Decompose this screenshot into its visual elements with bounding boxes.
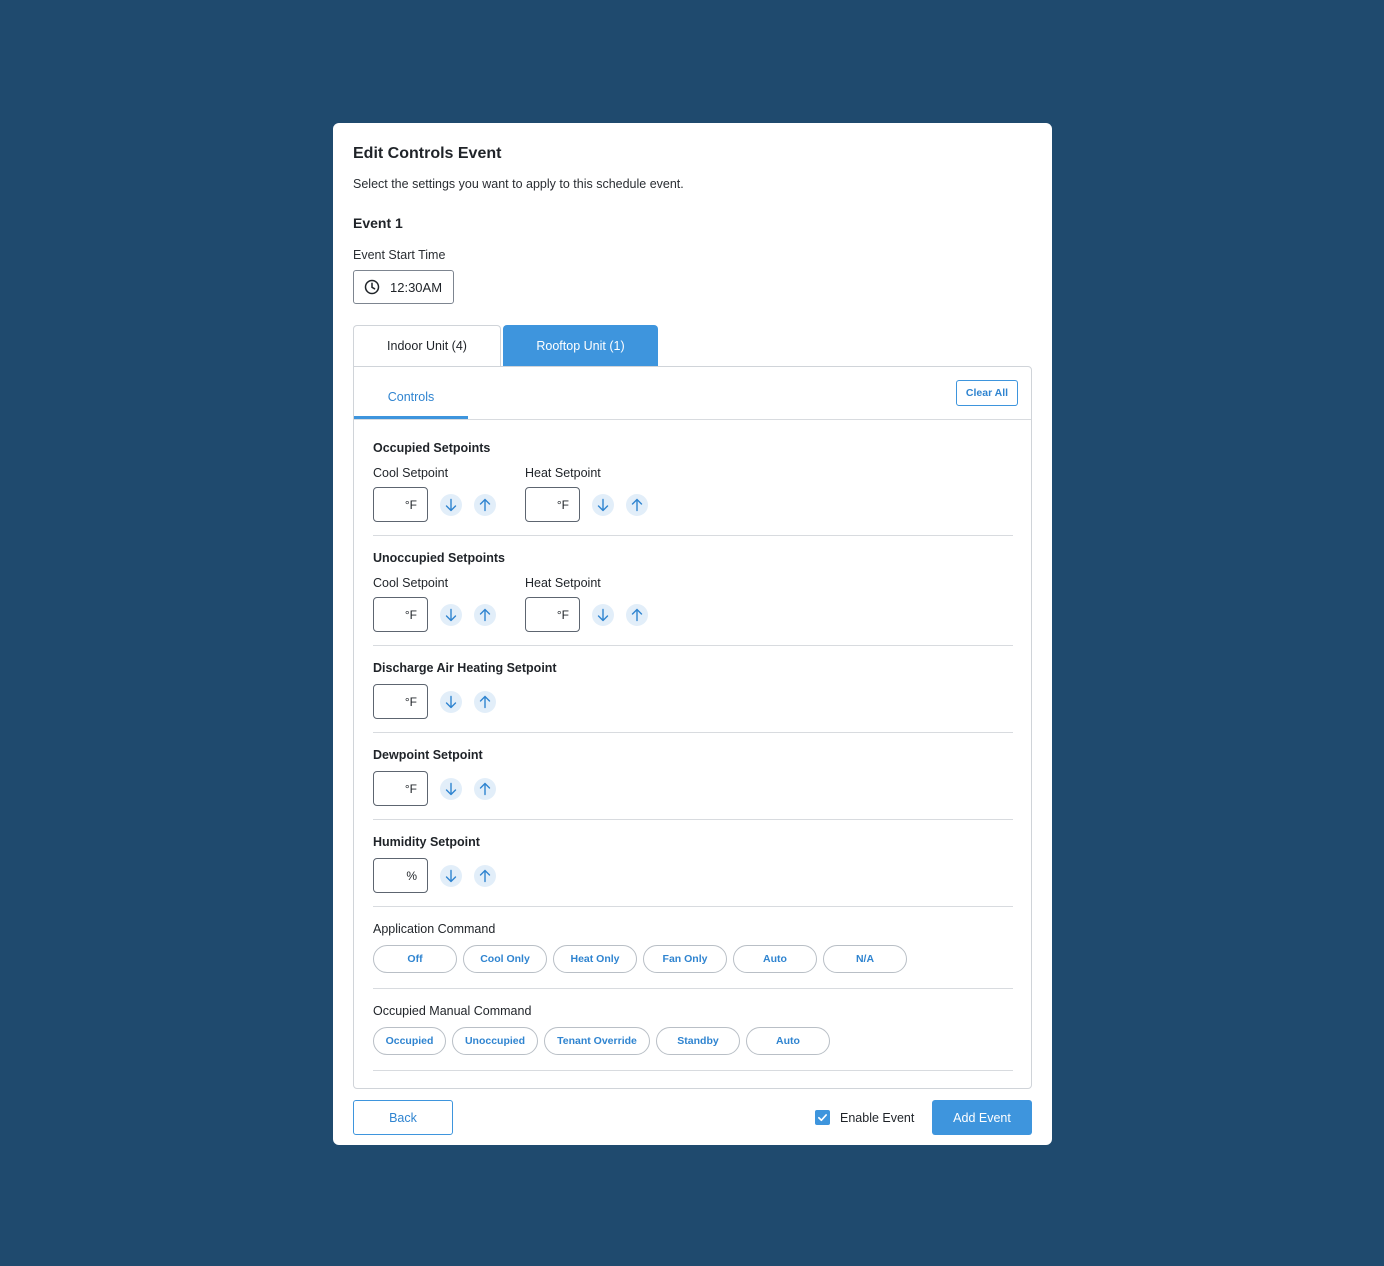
discharge-air-input[interactable]: °F bbox=[373, 684, 428, 719]
decrement-button[interactable] bbox=[592, 603, 614, 626]
decrement-button[interactable] bbox=[440, 864, 462, 887]
cool-setpoint-label: Cool Setpoint bbox=[373, 576, 449, 590]
decrement-button[interactable] bbox=[440, 690, 462, 713]
arrow-up-icon bbox=[479, 608, 491, 621]
increment-button[interactable] bbox=[474, 864, 496, 887]
increment-button[interactable] bbox=[474, 603, 496, 626]
arrow-up-icon bbox=[631, 608, 643, 621]
occupied-cool-stepper: °F bbox=[373, 487, 496, 522]
arrow-down-icon bbox=[445, 608, 457, 621]
arrow-up-icon bbox=[479, 695, 491, 708]
arrow-down-icon bbox=[445, 498, 457, 511]
unoccupied-heat-stepper: °F bbox=[525, 597, 648, 632]
option-auto[interactable]: Auto bbox=[733, 945, 817, 973]
section-title: Unoccupied Setpoints bbox=[373, 551, 505, 565]
add-event-button[interactable]: Add Event bbox=[932, 1100, 1032, 1135]
arrow-up-icon bbox=[631, 498, 643, 511]
modal-title: Edit Controls Event bbox=[353, 145, 502, 162]
section-title: Occupied Setpoints bbox=[373, 441, 491, 455]
controls-panel: Controls Clear All Occupied Setpoints Co… bbox=[353, 366, 1032, 1089]
decrement-button[interactable] bbox=[440, 777, 462, 800]
modal-subtitle: Select the settings you want to apply to… bbox=[353, 177, 684, 191]
cool-setpoint-label: Cool Setpoint bbox=[373, 466, 449, 480]
arrow-down-icon bbox=[597, 608, 609, 621]
section-title: Dewpoint Setpoint bbox=[373, 748, 483, 762]
dewpoint-input[interactable]: °F bbox=[373, 771, 428, 806]
option-cool-only[interactable]: Cool Only bbox=[463, 945, 547, 973]
application-command-section: Application Command Off Cool Only Heat O… bbox=[373, 907, 1013, 989]
tab-controls[interactable]: Controls bbox=[354, 367, 468, 419]
humidity-stepper: % bbox=[373, 858, 496, 893]
option-auto[interactable]: Auto bbox=[746, 1027, 830, 1055]
checkbox-checked[interactable] bbox=[815, 1110, 830, 1125]
tab-rooftop-unit[interactable]: Rooftop Unit (1) bbox=[503, 325, 658, 366]
arrow-down-icon bbox=[445, 782, 457, 795]
decrement-button[interactable] bbox=[440, 603, 462, 626]
occupied-heat-stepper: °F bbox=[525, 487, 648, 522]
event-start-time-picker[interactable]: 12:30AM bbox=[353, 270, 454, 304]
enable-event-label: Enable Event bbox=[840, 1110, 915, 1125]
dewpoint-stepper: °F bbox=[373, 771, 496, 806]
occupied-setpoints-section: Occupied Setpoints Cool Setpoint Heat Se… bbox=[373, 419, 1013, 536]
option-occupied[interactable]: Occupied bbox=[373, 1027, 446, 1055]
decrement-button[interactable] bbox=[440, 493, 462, 516]
clock-icon bbox=[364, 279, 380, 295]
back-button[interactable]: Back bbox=[353, 1100, 453, 1135]
option-unoccupied[interactable]: Unoccupied bbox=[452, 1027, 538, 1055]
arrow-down-icon bbox=[597, 498, 609, 511]
section-title: Humidity Setpoint bbox=[373, 835, 480, 849]
panel-header: Controls Clear All bbox=[354, 367, 1031, 420]
event-label: Event 1 bbox=[353, 215, 403, 231]
increment-button[interactable] bbox=[474, 690, 496, 713]
arrow-down-icon bbox=[445, 869, 457, 882]
unoccupied-cool-stepper: °F bbox=[373, 597, 496, 632]
increment-button[interactable] bbox=[626, 493, 648, 516]
arrow-up-icon bbox=[479, 782, 491, 795]
occupied-heat-input[interactable]: °F bbox=[525, 487, 580, 522]
section-title: Application Command bbox=[373, 922, 496, 936]
dewpoint-setpoint-section: Dewpoint Setpoint °F bbox=[373, 733, 1013, 820]
heat-setpoint-label: Heat Setpoint bbox=[525, 576, 601, 590]
option-fan-only[interactable]: Fan Only bbox=[643, 945, 727, 973]
discharge-air-stepper: °F bbox=[373, 684, 496, 719]
option-na[interactable]: N/A bbox=[823, 945, 907, 973]
option-off[interactable]: Off bbox=[373, 945, 457, 973]
event-start-time-value: 12:30AM bbox=[390, 279, 443, 295]
occupied-manual-command-section: Occupied Manual Command Occupied Unoccup… bbox=[373, 989, 1013, 1071]
option-standby[interactable]: Standby bbox=[656, 1027, 740, 1055]
increment-button[interactable] bbox=[474, 493, 496, 516]
arrow-down-icon bbox=[445, 695, 457, 708]
humidity-setpoint-section: Humidity Setpoint % bbox=[373, 820, 1013, 907]
section-title: Occupied Manual Command bbox=[373, 1004, 532, 1018]
edit-controls-event-modal: Edit Controls Event Select the settings … bbox=[333, 123, 1052, 1145]
clear-all-button[interactable]: Clear All bbox=[956, 380, 1018, 406]
increment-button[interactable] bbox=[626, 603, 648, 626]
increment-button[interactable] bbox=[474, 777, 496, 800]
discharge-air-heating-section: Discharge Air Heating Setpoint °F bbox=[373, 646, 1013, 733]
event-start-time-label: Event Start Time bbox=[353, 248, 446, 262]
occupied-cool-input[interactable]: °F bbox=[373, 487, 428, 522]
option-tenant-override[interactable]: Tenant Override bbox=[544, 1027, 650, 1055]
tab-indoor-unit[interactable]: Indoor Unit (4) bbox=[353, 325, 501, 366]
unoccupied-setpoints-section: Unoccupied Setpoints Cool Setpoint Heat … bbox=[373, 536, 1013, 646]
application-command-options: Off Cool Only Heat Only Fan Only Auto N/… bbox=[373, 945, 907, 973]
arrow-up-icon bbox=[479, 869, 491, 882]
decrement-button[interactable] bbox=[592, 493, 614, 516]
option-heat-only[interactable]: Heat Only bbox=[553, 945, 637, 973]
enable-event-checkbox[interactable]: Enable Event bbox=[815, 1110, 914, 1125]
check-icon bbox=[818, 1114, 827, 1122]
unoccupied-heat-input[interactable]: °F bbox=[525, 597, 580, 632]
arrow-up-icon bbox=[479, 498, 491, 511]
unoccupied-cool-input[interactable]: °F bbox=[373, 597, 428, 632]
heat-setpoint-label: Heat Setpoint bbox=[525, 466, 601, 480]
humidity-input[interactable]: % bbox=[373, 858, 428, 893]
occupied-manual-command-options: Occupied Unoccupied Tenant Override Stan… bbox=[373, 1027, 830, 1055]
section-title: Discharge Air Heating Setpoint bbox=[373, 661, 557, 675]
